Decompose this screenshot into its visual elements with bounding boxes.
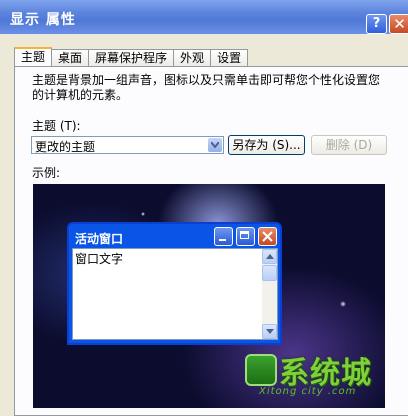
preview-window-title: 活动窗口: [75, 232, 124, 246]
title-bar[interactable]: 显示 属性 ? ✕: [0, 0, 408, 34]
preview-label: 示例:: [32, 166, 61, 180]
close-icon: [258, 227, 277, 246]
theme-label: 主题 (T):: [32, 119, 81, 133]
preview-active-window: 活动窗口 窗口文字: [67, 222, 282, 345]
theme-dropdown[interactable]: 更改的主题: [31, 136, 224, 154]
maximize-icon: [236, 227, 255, 246]
logo-subtitle: Xitong city .com: [259, 386, 357, 397]
tab-settings[interactable]: 设置: [210, 49, 249, 66]
preview-window-body: 窗口文字: [72, 248, 278, 340]
preview-scrollbar: [262, 249, 277, 339]
watermark-logo: 系统城 Xitong city .com: [245, 350, 385, 402]
close-icon: ✕: [393, 15, 406, 33]
minimize-icon: [214, 227, 233, 246]
preview-window-text: 窗口文字: [75, 252, 124, 266]
tab-themes[interactable]: 主题: [14, 47, 53, 66]
chevron-down-icon[interactable]: [208, 138, 222, 152]
save-as-button[interactable]: 另存为 (S)...: [228, 135, 305, 155]
theme-description: 主题是背景加一组声音，图标以及只需单击即可帮您个性化设置您的计算机的元素。: [32, 73, 381, 102]
scroll-down-icon: [262, 324, 277, 339]
theme-dropdown-value: 更改的主题: [35, 140, 96, 154]
tab-strip: 主题 桌面 屏幕保护程序 外观 设置: [14, 47, 249, 67]
delete-button[interactable]: 删除 (D): [311, 135, 387, 155]
scroll-thumb: [262, 265, 277, 281]
tab-screensaver[interactable]: 屏幕保护程序: [88, 49, 175, 66]
scroll-up-icon: [262, 249, 277, 264]
tab-appearance[interactable]: 外观: [173, 49, 212, 66]
tab-desktop[interactable]: 桌面: [51, 49, 90, 66]
help-button[interactable]: ?: [366, 14, 387, 34]
close-button[interactable]: ✕: [389, 14, 408, 34]
window-title: 显示 属性: [10, 12, 76, 28]
windows-logo-icon: [245, 354, 277, 386]
